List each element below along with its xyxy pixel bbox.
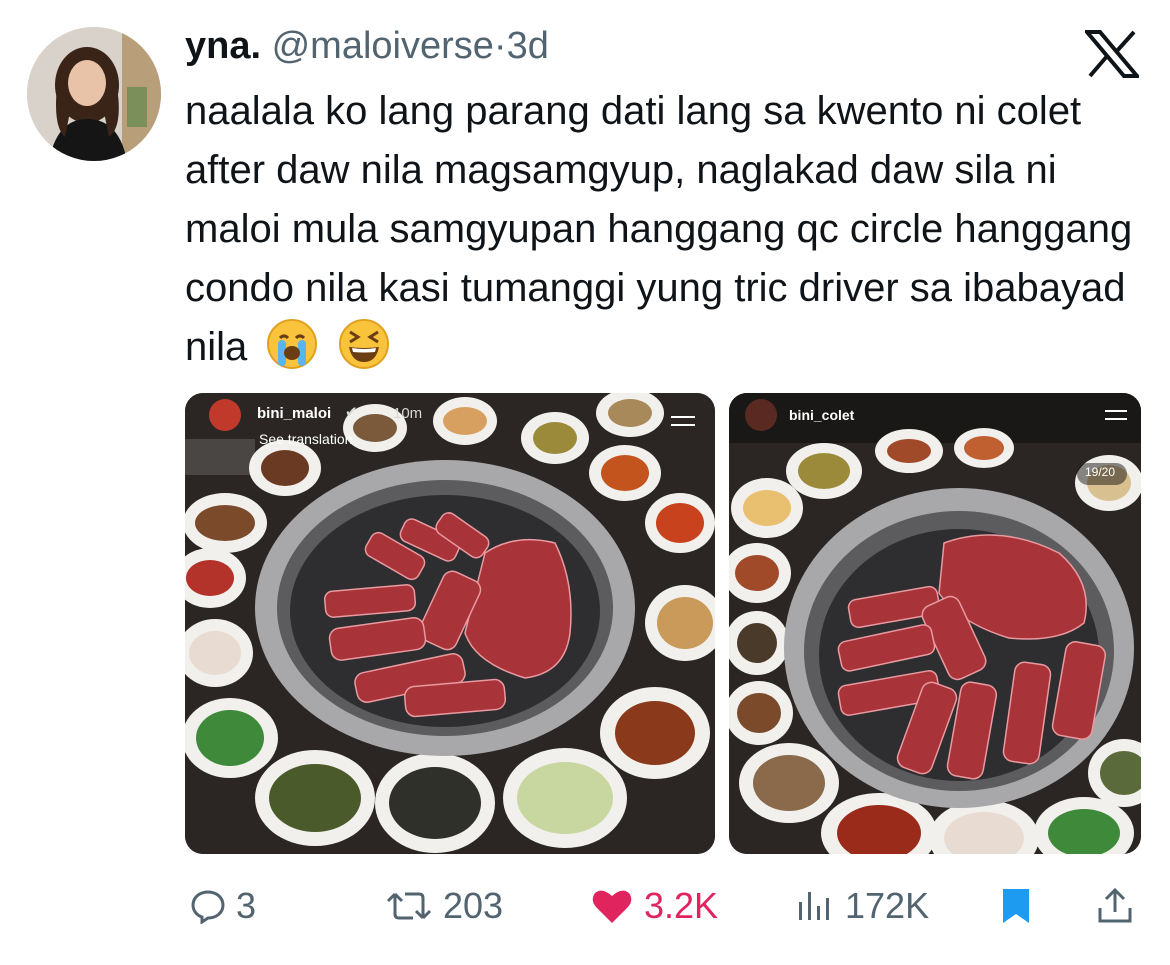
reply-count: 3: [236, 885, 257, 926]
avatar-image: [27, 27, 161, 161]
x-logo-icon: [1085, 30, 1139, 78]
bookmark-button[interactable]: [1000, 880, 1032, 932]
tweet-image-1[interactable]: bini_maloi ✔ 10m See translation: [185, 393, 715, 854]
author-avatar[interactable]: [27, 27, 161, 161]
tweet-body: naalala ko lang parang dati lang sa kwen…: [185, 89, 1133, 369]
retweet-button[interactable]: 203: [385, 880, 503, 932]
tweet-header: yna. @maloiverse·3d: [185, 22, 549, 70]
tweet-image-2[interactable]: bini_colet 19/20: [729, 393, 1141, 854]
reply-icon: [191, 890, 225, 924]
bbq-photo-2: [729, 393, 1141, 854]
share-button[interactable]: [1095, 880, 1135, 932]
like-button[interactable]: 3.2K: [590, 880, 718, 932]
ig-post-time: 10m: [393, 405, 423, 422]
ig-username-colet: bini_colet: [789, 407, 855, 423]
view-count: 172K: [845, 885, 930, 926]
ig-username-maloi: bini_maloi: [257, 405, 332, 422]
views-button[interactable]: 172K: [795, 880, 929, 932]
retweet-count: 203: [443, 885, 504, 926]
like-count: 3.2K: [644, 885, 719, 926]
bbq-photo-1: [185, 393, 715, 854]
retweet-icon: [386, 892, 432, 920]
separator-dot: ·: [493, 25, 507, 67]
reply-button[interactable]: 3: [190, 880, 256, 932]
share-icon: [1098, 887, 1132, 923]
author-handle[interactable]: @maloiverse: [272, 25, 494, 67]
tweet-text: naalala ko lang parang dati lang sa kwen…: [185, 82, 1145, 377]
tweet-actions: 3 203 3.2K 172K: [185, 880, 1145, 932]
heart-icon: [592, 890, 632, 923]
loudly-crying-face-icon: [267, 319, 318, 369]
author-name[interactable]: yna.: [185, 25, 261, 67]
story-counter: 19/20: [1085, 465, 1116, 479]
views-icon: [799, 892, 829, 920]
see-translation-label: See translation: [259, 431, 353, 447]
verified-badge-icon: ✔: [345, 404, 358, 421]
tweet-time[interactable]: 3d: [507, 25, 549, 67]
bookmark-icon: [1003, 889, 1029, 923]
grinning-squinting-face-icon: [338, 319, 389, 369]
